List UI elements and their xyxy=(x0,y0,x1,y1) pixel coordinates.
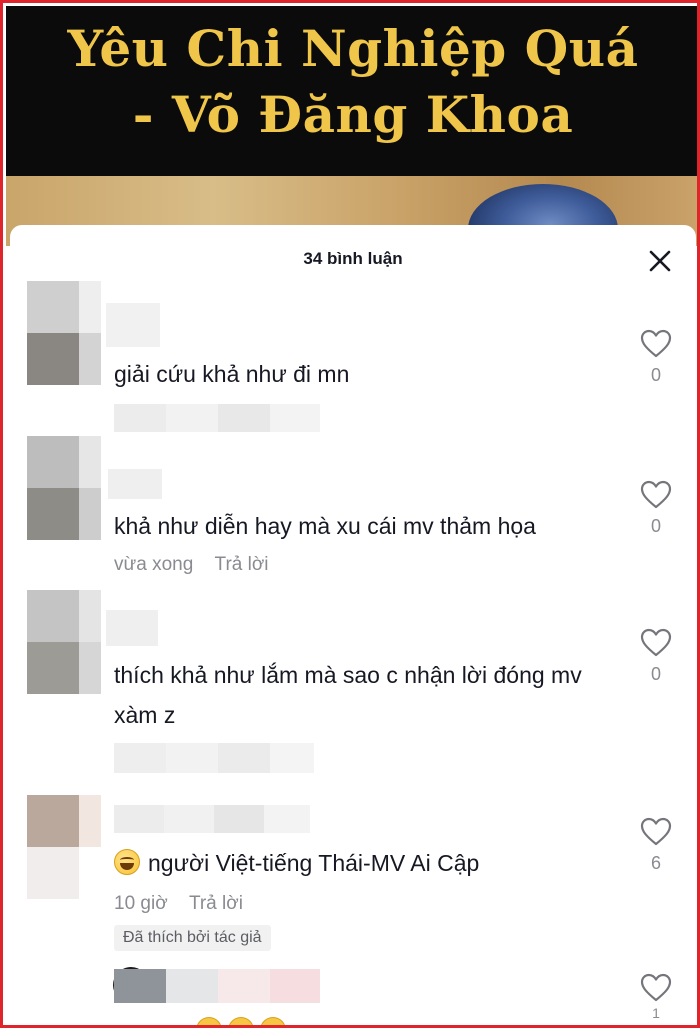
reply-button[interactable]: Trả lời xyxy=(215,554,269,575)
like-count: 0 xyxy=(650,365,661,385)
comment-text: khả như diễn hay mà xu cái mv thảm họa xyxy=(114,513,536,539)
username-blurred[interactable] xyxy=(106,303,160,347)
emoji-icon xyxy=(228,1017,254,1025)
like-count: 6 xyxy=(650,853,661,873)
username-blurred[interactable] xyxy=(114,805,310,833)
comment-item: giải cứu khả như đi mn 0 xyxy=(10,281,696,432)
comment-time: 10 giờ xyxy=(114,893,168,914)
comment-meta-blurred xyxy=(114,743,314,773)
like-button[interactable]: 0 xyxy=(636,628,676,685)
comment-count: 34 bình luận xyxy=(303,249,403,268)
comments-sheet: 34 bình luận giải cứu khả như đi mn 0 kh… xyxy=(10,225,696,1025)
avatar[interactable] xyxy=(27,436,101,540)
username-blurred[interactable] xyxy=(114,969,320,1003)
like-button[interactable]: 6 xyxy=(636,817,676,874)
video-title-line2: - Võ Đăng Khoa xyxy=(132,85,574,144)
heart-icon xyxy=(640,817,672,846)
video-title: Yêu Chi Nghiệp Quá - Võ Đăng Khoa xyxy=(6,16,697,148)
avatar[interactable] xyxy=(27,795,101,899)
comment-text: thích khả như lắm mà sao c nhận lời đóng… xyxy=(114,662,582,728)
comment-item: thích khả như lắm mà sao c nhận lời đóng… xyxy=(10,590,696,780)
comment-emojis-partial xyxy=(196,1017,286,1025)
avatar[interactable] xyxy=(27,590,101,694)
like-count: 0 xyxy=(650,516,661,536)
screenshot-frame: Yêu Chi Nghiệp Quá - Võ Đăng Khoa 34 bìn… xyxy=(0,0,700,1028)
comment-item: người Việt-tiếng Thái-MV Ai Cập 10 giờ T… xyxy=(10,795,696,955)
comment-meta-blurred xyxy=(114,404,320,432)
close-icon[interactable] xyxy=(646,247,674,275)
heart-icon xyxy=(640,480,672,509)
comment-text: giải cứu khả như đi mn xyxy=(114,361,350,387)
comment-meta: vừa xong Trả lời xyxy=(114,554,269,576)
comment-text: người Việt-tiếng Thái-MV Ai Cập xyxy=(114,843,614,883)
username-blurred[interactable] xyxy=(106,610,158,646)
username-blurred[interactable] xyxy=(108,469,162,499)
like-count: 0 xyxy=(650,664,661,684)
reply-button[interactable]: Trả lời xyxy=(189,893,243,914)
emoji-icon xyxy=(260,1017,286,1025)
comment-item: khả như diễn hay mà xu cái mv thảm họa v… xyxy=(10,436,696,586)
grinning-squinting-face-emoji xyxy=(114,849,140,875)
like-button[interactable]: 1 xyxy=(636,973,676,1021)
heart-icon xyxy=(640,329,672,358)
heart-icon xyxy=(640,973,672,1002)
emoji-icon xyxy=(196,1017,222,1025)
liked-by-author-badge: Đã thích bởi tác giả xyxy=(114,925,271,951)
comment-item: 1 xyxy=(10,967,696,1025)
like-count: 1 xyxy=(652,1005,660,1021)
comment-text-content: người Việt-tiếng Thái-MV Ai Cập xyxy=(148,850,480,876)
avatar[interactable] xyxy=(27,281,101,385)
like-button[interactable]: 0 xyxy=(636,480,676,537)
heart-icon xyxy=(640,628,672,657)
comment-meta: 10 giờ Trả lời xyxy=(114,893,243,915)
like-button[interactable]: 0 xyxy=(636,329,676,386)
video-title-line1: Yêu Chi Nghiệp Quá xyxy=(67,19,639,78)
video-banner: Yêu Chi Nghiệp Quá - Võ Đăng Khoa xyxy=(6,6,697,246)
comment-time: vừa xong xyxy=(114,554,194,575)
